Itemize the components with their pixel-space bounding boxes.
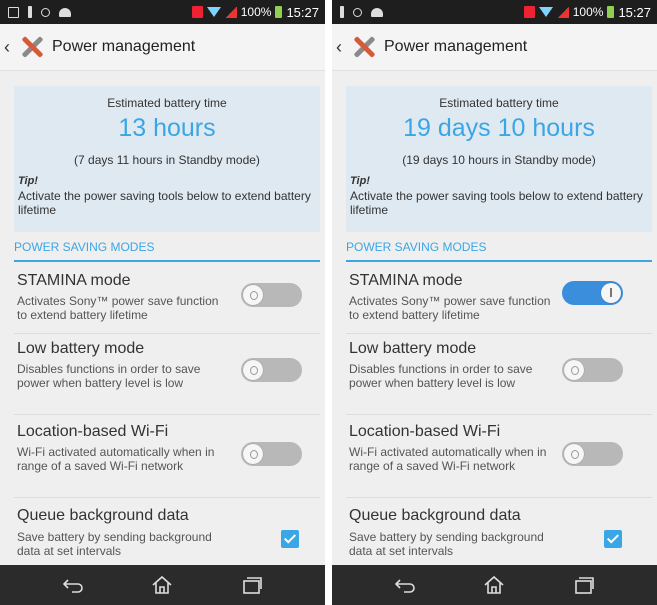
- chevron-left-icon[interactable]: ‹: [4, 37, 12, 58]
- nfc-icon: [191, 6, 203, 18]
- back-icon[interactable]: [389, 571, 421, 599]
- wifi-icon: [538, 7, 553, 17]
- action-bar[interactable]: ‹ Power management: [0, 24, 325, 71]
- nav-bar: [0, 565, 325, 605]
- location-icon: [353, 7, 362, 17]
- battery-icon: [607, 6, 615, 18]
- status-bar: 100% 15:27: [332, 0, 657, 24]
- tools-icon: [350, 33, 378, 61]
- signal-icon: [224, 6, 237, 18]
- row-title: STAMINA mode: [17, 272, 131, 289]
- nav-bar: [332, 565, 657, 605]
- battery-estimate-value: 13 hours: [118, 114, 216, 142]
- tip-text: Activate the power saving tools below to…: [350, 189, 643, 217]
- queue-background-data-checkbox[interactable]: [604, 530, 622, 548]
- tools-icon: [18, 33, 46, 61]
- recent-apps-icon[interactable]: [236, 571, 268, 599]
- battery-estimate-label: Estimated battery time: [439, 96, 559, 110]
- standby-estimate: (19 days 10 hours in Standby mode): [402, 153, 596, 167]
- battery-percent: 100%: [572, 5, 604, 19]
- row-divider: [14, 333, 320, 334]
- back-icon[interactable]: [57, 571, 89, 599]
- row-desc: Wi-Fi activated automatically when in ra…: [349, 445, 547, 473]
- section-divider: [14, 260, 320, 262]
- row-title: Queue background data: [17, 507, 189, 524]
- page-title: Power management: [384, 38, 528, 55]
- row-desc: Wi-Fi activated automatically when in ra…: [17, 445, 215, 473]
- row-divider: [14, 497, 320, 498]
- row-desc: Activates Sony™ power save function to e…: [17, 294, 219, 322]
- tip-label: Tip!: [350, 175, 370, 187]
- section-header: POWER SAVING MODES: [346, 240, 487, 254]
- action-bar[interactable]: ‹ Power management: [332, 24, 657, 71]
- home-icon[interactable]: [146, 571, 178, 599]
- row-divider: [346, 414, 652, 415]
- row-title: Location-based Wi-Fi: [349, 423, 501, 440]
- gallery-icon: [8, 6, 19, 18]
- battery-estimate-box: Estimated battery time 13 hours (7 days …: [14, 86, 320, 232]
- standby-estimate: (7 days 11 hours in Standby mode): [74, 153, 260, 167]
- chevron-left-icon[interactable]: ‹: [336, 37, 344, 58]
- clock: 15:27: [618, 4, 651, 20]
- nfc-icon: [523, 6, 535, 18]
- comparison-stage: 100% 15:27 ‹ Power management Estimated …: [0, 0, 657, 605]
- android-debug-icon: [371, 7, 383, 17]
- low-battery-mode-toggle[interactable]: [241, 358, 302, 382]
- low-battery-mode-toggle[interactable]: [562, 358, 623, 382]
- stamina-mode-toggle[interactable]: [562, 281, 623, 305]
- row-desc: Disables functions in order to save powe…: [17, 362, 201, 390]
- row-desc: Save battery by sending background data …: [349, 530, 544, 558]
- usb-icon: [340, 6, 344, 18]
- row-divider: [14, 414, 320, 415]
- battery-estimate-label: Estimated battery time: [107, 96, 227, 110]
- android-debug-icon: [59, 7, 71, 17]
- location-wifi-toggle[interactable]: [241, 442, 302, 466]
- queue-background-data-checkbox[interactable]: [281, 530, 299, 548]
- battery-percent: 100%: [240, 5, 272, 19]
- row-title: Queue background data: [349, 507, 521, 524]
- usb-icon: [28, 6, 32, 18]
- battery-estimate-box: Estimated battery time 19 days 10 hours …: [346, 86, 652, 232]
- page-title: Power management: [52, 38, 196, 55]
- tip-label: Tip!: [18, 175, 38, 187]
- location-wifi-toggle[interactable]: [562, 442, 623, 466]
- row-title: STAMINA mode: [349, 272, 463, 289]
- signal-icon: [556, 6, 569, 18]
- recent-apps-icon[interactable]: [568, 571, 600, 599]
- row-desc: Save battery by sending background data …: [17, 530, 212, 558]
- section-divider: [346, 260, 652, 262]
- row-title: Location-based Wi-Fi: [17, 423, 169, 440]
- battery-estimate-value: 19 days 10 hours: [403, 114, 595, 142]
- wifi-icon: [206, 7, 221, 17]
- tip-text: Activate the power saving tools below to…: [18, 189, 311, 217]
- battery-icon: [275, 6, 283, 18]
- row-divider: [346, 333, 652, 334]
- stamina-mode-toggle[interactable]: [241, 283, 302, 307]
- row-title: Low battery mode: [17, 340, 145, 357]
- panel-gap: [325, 0, 332, 605]
- screen-left: 100% 15:27 ‹ Power management Estimated …: [0, 0, 325, 605]
- row-divider: [346, 497, 652, 498]
- clock: 15:27: [286, 4, 319, 20]
- status-bar: 100% 15:27: [0, 0, 325, 24]
- row-title: Low battery mode: [349, 340, 477, 357]
- row-desc: Activates Sony™ power save function to e…: [349, 294, 551, 322]
- screen-right: 100% 15:27 ‹ Power management Estimated …: [332, 0, 657, 605]
- row-desc: Disables functions in order to save powe…: [349, 362, 533, 390]
- home-icon[interactable]: [478, 571, 510, 599]
- location-icon: [41, 7, 50, 17]
- section-header: POWER SAVING MODES: [14, 240, 155, 254]
